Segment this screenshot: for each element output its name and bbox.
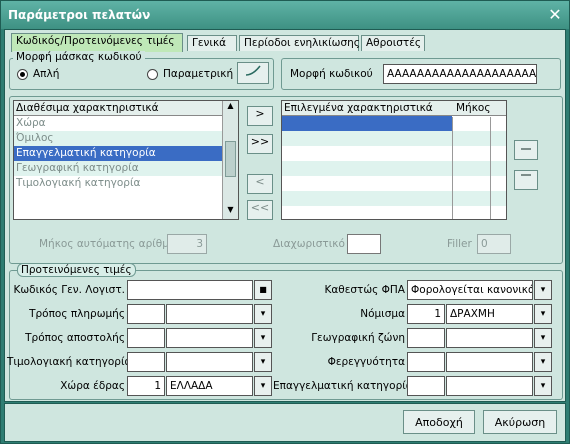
geo-name-input[interactable] (446, 328, 533, 348)
payment-name-input[interactable] (166, 304, 253, 324)
pricing-name-input[interactable] (166, 352, 253, 372)
credit-code-input[interactable] (407, 352, 445, 372)
auto-number-input[interactable]: 3 (167, 234, 207, 254)
profession-name-input[interactable] (446, 376, 533, 396)
parametric-radio[interactable] (147, 69, 158, 80)
customer-parameters-window: Παράμετροι πελατών ✕ Κωδικός/Προτεινόμεν… (0, 0, 570, 444)
mask-format-legend: Μορφή μάσκας κωδικού (13, 51, 145, 63)
pricing-code-input[interactable] (127, 352, 165, 372)
country-dropdown-icon[interactable]: ▾ (254, 376, 272, 396)
gl-code-lookup-icon[interactable]: ■ (254, 280, 272, 300)
list-item[interactable]: Γεωγραφική κατηγορία (14, 161, 238, 176)
separator-input[interactable] (347, 234, 381, 254)
move-up-button[interactable] (514, 140, 538, 160)
payment-code-input[interactable] (127, 304, 165, 324)
geo-label: Γεωγραφική ζώνη (311, 332, 405, 344)
country-code-input[interactable]: 1 (127, 376, 165, 396)
geo-dropdown-icon[interactable]: ▾ (534, 328, 552, 348)
filler-input[interactable]: 0 (477, 234, 511, 254)
list-item[interactable]: Επαγγελματική κατηγορία (14, 146, 238, 161)
gl-code-label: Κωδικός Γεν. Λογιστ. (13, 284, 125, 296)
currency-dropdown-icon[interactable]: ▾ (534, 304, 552, 324)
vat-label: Καθεστώς ΦΠΑ (324, 284, 405, 296)
add-all-button[interactable]: >> (247, 134, 273, 154)
tab-general[interactable]: Γενικά (187, 35, 237, 51)
move-down-button[interactable] (514, 170, 538, 190)
pricing-dropdown-icon[interactable]: ▾ (254, 352, 272, 372)
payment-dropdown-icon[interactable]: ▾ (254, 304, 272, 324)
country-label: Χώρα έδρας (60, 380, 125, 392)
currency-name-input[interactable]: ΔΡΑΧΜΗ (446, 304, 533, 324)
parametric-label: Παραμετρική (163, 68, 234, 80)
separator-label: Διαχωριστικό (273, 238, 345, 250)
shipping-dropdown-icon[interactable]: ▾ (254, 328, 272, 348)
list-item[interactable]: Τιμολογιακή κατηγορία (14, 176, 238, 191)
credit-label: Φερεγγυότητα (327, 356, 405, 368)
available-scrollbar[interactable]: ▲ ▼ (222, 101, 238, 219)
credit-dropdown-icon[interactable]: ▾ (534, 352, 552, 372)
country-name-input[interactable]: ΕΛΛΑΔΑ (166, 376, 253, 396)
defaults-legend: Προτεινόμενες τιμές (17, 263, 136, 277)
profession-label: Επαγγελματική κατηγορία (273, 380, 413, 392)
selected-name-header: Επιλεγμένα χαρακτηριστικά (284, 102, 433, 114)
scroll-down-icon[interactable]: ▼ (223, 205, 238, 219)
remove-button[interactable]: < (247, 174, 273, 194)
selected-list[interactable]: Επιλεγμένα χαρακτηριστικά Μήκος (281, 100, 507, 220)
title-bar: Παράμετροι πελατών ✕ (1, 1, 569, 29)
cancel-button[interactable]: Ακύρωση (483, 410, 557, 434)
tab-aging-periods[interactable]: Περίοδοι ενηλικίωσης (239, 35, 360, 51)
remove-all-button[interactable]: << (247, 200, 273, 220)
column-divider (490, 117, 491, 219)
available-list[interactable]: Διαθέσιμα χαρακτηριστικά Χώρα Όμιλος Επα… (13, 100, 239, 220)
vat-input[interactable]: Φορολογείται κανονικά (407, 280, 533, 300)
scroll-up-icon[interactable]: ▲ (223, 101, 238, 115)
currency-code-input[interactable]: 1 (407, 304, 445, 324)
edit-mask-button[interactable] (237, 62, 269, 84)
gl-code-input[interactable] (127, 280, 253, 300)
selected-list-header: Επιλεγμένα χαρακτηριστικά Μήκος (282, 101, 506, 116)
up-arrow-icon (521, 148, 531, 150)
dialog-body: Κωδικός/Προτεινόμενες τιμές Γενικά Περίο… (4, 29, 566, 402)
ok-button[interactable]: Αποδοχή (403, 410, 475, 434)
list-item[interactable] (282, 191, 506, 206)
down-arrow-icon (521, 174, 531, 176)
shipping-label: Τρόπος αποστολής (25, 332, 125, 344)
column-divider (452, 117, 453, 219)
list-item[interactable]: Χώρα (14, 116, 238, 131)
profession-code-input[interactable] (407, 376, 445, 396)
list-item[interactable] (282, 176, 506, 191)
geo-code-input[interactable] (407, 328, 445, 348)
window-title: Παράμετροι πελατών (8, 8, 151, 22)
profession-dropdown-icon[interactable]: ▾ (534, 376, 552, 396)
shipping-code-input[interactable] (127, 328, 165, 348)
filler-label: Filler (447, 238, 472, 250)
available-list-header: Διαθέσιμα χαρακτηριστικά (14, 101, 238, 116)
list-item[interactable] (282, 131, 506, 146)
list-item[interactable] (282, 146, 506, 161)
close-icon[interactable]: ✕ (545, 5, 565, 25)
dialog-footer: Αποδοχή Ακύρωση (4, 403, 566, 442)
simple-radio[interactable] (17, 69, 28, 80)
shipping-name-input[interactable] (166, 328, 253, 348)
list-item[interactable] (282, 161, 506, 176)
selected-length-header: Μήκος (456, 102, 491, 114)
list-item[interactable]: Όμιλος (14, 131, 238, 146)
payment-label: Τρόπος πληρωμής (29, 308, 125, 320)
code-format-label: Μορφή κωδικού (290, 68, 373, 80)
tab-accumulators[interactable]: Αθροιστές (361, 35, 425, 51)
code-format-input[interactable]: AAAAAAAAAAAAAAAAAAAA (383, 64, 537, 84)
add-button[interactable]: > (247, 106, 273, 126)
scroll-thumb[interactable] (225, 141, 236, 177)
pricing-label: Τιμολογιακή κατηγορία (7, 356, 132, 368)
credit-name-input[interactable] (446, 352, 533, 372)
selected-row-highlight[interactable] (282, 116, 452, 131)
vat-dropdown-icon[interactable]: ▾ (534, 280, 552, 300)
edit-curve-icon (245, 65, 261, 76)
currency-label: Νόμισμα (360, 308, 405, 320)
tab-code-defaults[interactable]: Κωδικός/Προτεινόμενες τιμές (11, 33, 183, 52)
simple-label: Απλή (33, 68, 60, 80)
